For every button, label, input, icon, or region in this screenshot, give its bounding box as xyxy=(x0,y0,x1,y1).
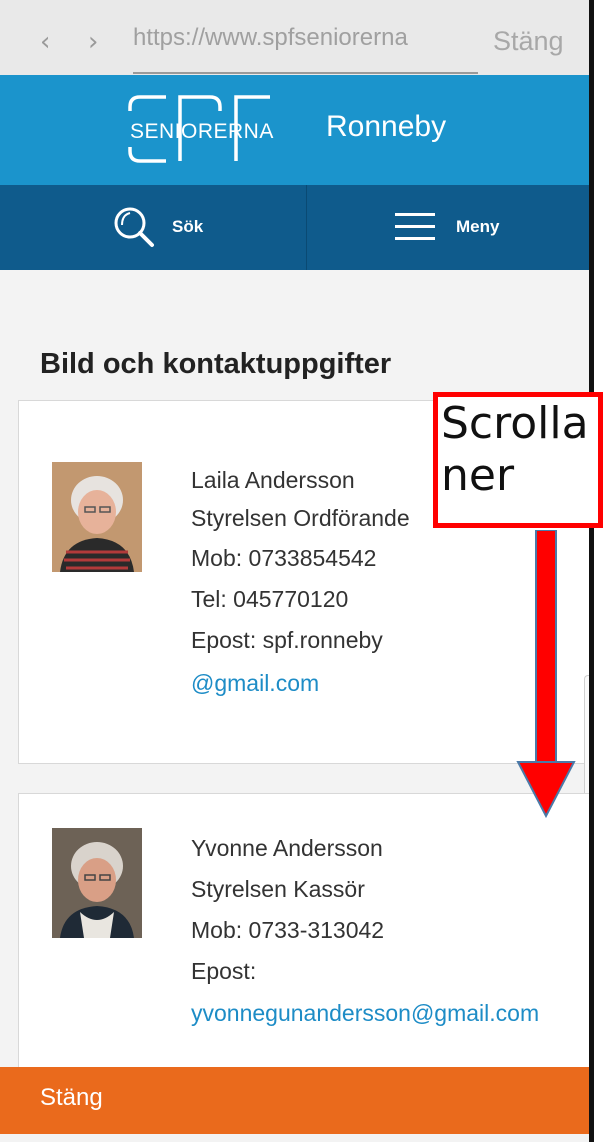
contact-role: Styrelsen Kassör xyxy=(191,876,365,902)
back-arrow-icon[interactable]: ‹ xyxy=(40,22,50,62)
close-button-label[interactable]: Stäng xyxy=(40,1084,103,1112)
forward-arrow-icon[interactable]: › xyxy=(88,22,98,62)
nav-bar xyxy=(0,185,589,270)
search-button[interactable]: Sök xyxy=(172,217,203,237)
scroll-hint-text: Scrolla ner xyxy=(441,398,589,501)
menu-button[interactable]: Meny xyxy=(456,217,499,237)
bottom-strip xyxy=(0,1134,589,1142)
contact-role: Styrelsen Ordförande xyxy=(191,505,410,531)
browser-close-button[interactable]: Stäng xyxy=(493,26,564,57)
phone-screen: ‹ › https://www.spfseniorerna Stäng SENI… xyxy=(0,0,589,1142)
site-name[interactable]: Ronneby xyxy=(326,110,446,144)
contact-photo xyxy=(52,828,142,938)
down-arrow-icon xyxy=(516,530,576,819)
page-title: Bild och kontaktuppgifter xyxy=(40,348,392,380)
contact-phone: Tel: 045770120 xyxy=(191,586,349,612)
contact-name: Yvonne Andersson xyxy=(191,835,383,861)
contact-photo xyxy=(52,462,142,572)
url-field[interactable]: https://www.spfseniorerna xyxy=(133,24,408,52)
contact-email-label: Epost: xyxy=(191,958,257,984)
contact-email-link[interactable]: yvonnegunandersson@gmail.com xyxy=(191,1000,539,1027)
contact-mobile: Mob: 0733854542 xyxy=(191,545,377,571)
contact-email-link[interactable]: @gmail.com xyxy=(191,670,319,697)
search-icon[interactable] xyxy=(110,203,158,251)
screen-right-edge xyxy=(589,0,603,1142)
url-underline xyxy=(133,72,478,74)
contact-name: Laila Andersson xyxy=(191,467,355,493)
logo-wordmark: SENIORERNA xyxy=(130,120,274,143)
hamburger-menu-icon[interactable] xyxy=(395,209,435,245)
nav-divider xyxy=(306,185,307,270)
contact-mobile: Mob: 0733-313042 xyxy=(191,917,385,943)
contact-email-label: Epost: spf.ronneby xyxy=(191,627,383,653)
